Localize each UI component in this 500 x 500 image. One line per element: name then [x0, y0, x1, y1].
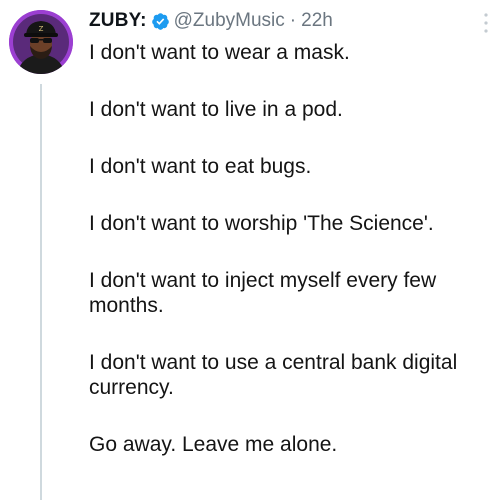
avatar-image: Z	[9, 10, 73, 74]
more-options-icon[interactable]	[482, 12, 490, 34]
tweet-text: I don't want to wear a mask. I don't wan…	[89, 40, 484, 489]
svg-text:Z: Z	[39, 25, 44, 33]
verified-badge-icon	[151, 12, 170, 31]
separator-dot: ·	[289, 10, 297, 31]
tweet-line: I don't want to wear a mask.	[89, 41, 350, 64]
tweet-line: I don't want to use a central bank digit…	[89, 351, 458, 399]
tweet: Z ZUBY: @ZubyMusic · 22h I don't want to…	[0, 0, 500, 500]
tweet-header: ZUBY: @ZubyMusic · 22h	[89, 7, 333, 35]
thread-line	[40, 84, 42, 500]
handle[interactable]: @ZubyMusic	[174, 10, 285, 32]
tweet-line: Go away. Leave me alone.	[89, 433, 338, 456]
tweet-line: I don't want to inject myself every few …	[89, 269, 437, 317]
display-name[interactable]: ZUBY:	[89, 10, 147, 32]
tweet-line: I don't want to live in a pod.	[89, 98, 343, 121]
timestamp[interactable]: 22h	[301, 10, 333, 32]
tweet-line: I don't want to eat bugs.	[89, 155, 312, 178]
avatar[interactable]: Z	[9, 10, 73, 74]
tweet-line: I don't want to worship 'The Science'.	[89, 212, 434, 235]
